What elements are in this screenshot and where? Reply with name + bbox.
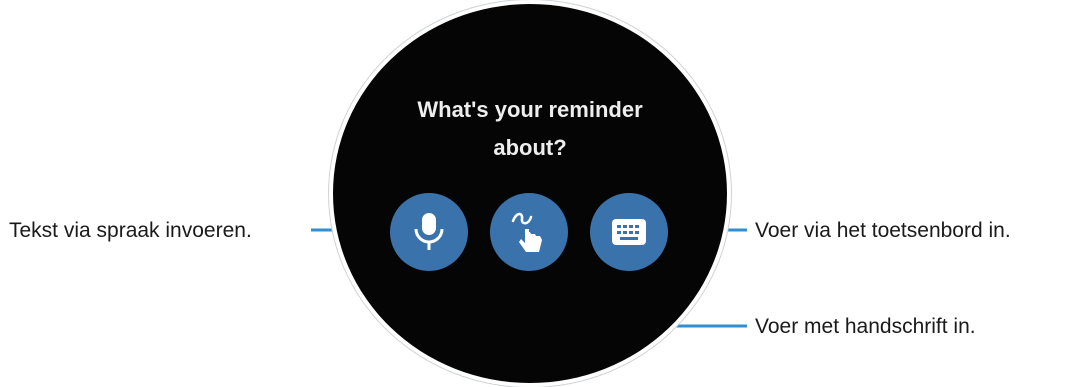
watch-screen: What's your reminder about? <box>329 0 731 387</box>
prompt-line-1: What's your reminder <box>417 97 643 122</box>
voice-input-callout: Tekst via spraak invoeren. <box>9 219 252 242</box>
handwriting-input-button[interactable] <box>490 193 568 271</box>
handwriting-input-callout: Voer met handschrift in. <box>755 315 976 338</box>
voice-input-button[interactable] <box>390 193 468 271</box>
prompt-line-2: about? <box>493 135 567 160</box>
keyboard-input-button[interactable] <box>590 193 668 271</box>
microphone-icon <box>414 213 444 250</box>
keyboard-icon <box>612 219 646 245</box>
handwriting-icon <box>511 212 542 252</box>
keyboard-input-callout: Voer via het toetsenbord in. <box>755 219 1011 242</box>
